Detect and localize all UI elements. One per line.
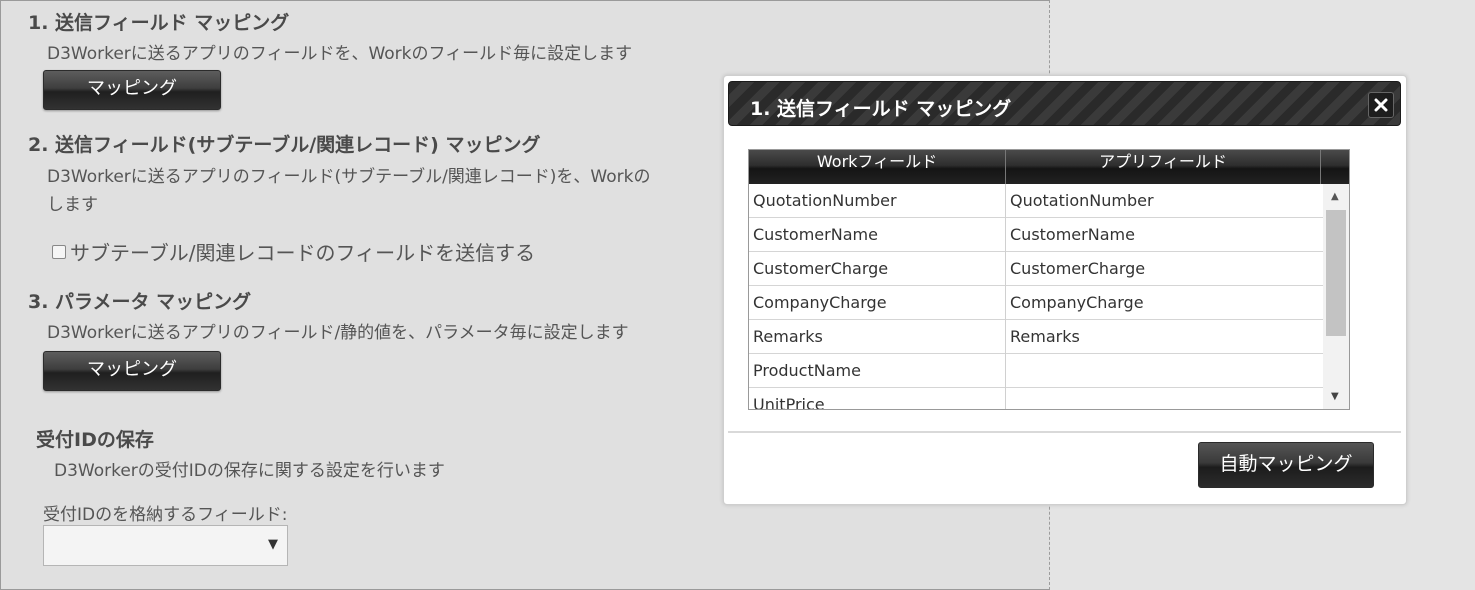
app-field-cell[interactable] [1006, 388, 1323, 409]
auto-mapping-button[interactable]: 自動マッピング [1198, 442, 1374, 488]
subtable-checkbox[interactable] [52, 245, 66, 259]
section3-mapping-button[interactable]: マッピング [43, 351, 221, 391]
section2-description-line1: D3Workerに送るアプリのフィールド(サブテーブル/関連レコード)を、Wor… [47, 167, 651, 187]
dialog-close-button[interactable] [1368, 92, 1394, 118]
column-header-app-field: アプリフィールド [1006, 150, 1321, 184]
work-field-cell: CustomerName [749, 218, 1006, 252]
section1-description: D3Workerに送るアプリのフィールドを、Workのフィールド毎に設定します [47, 44, 633, 64]
work-field-cell: QuotationNumber [749, 184, 1006, 218]
table-scrollbar[interactable]: ▲ ▼ [1323, 184, 1349, 409]
receipt-field-select[interactable]: ▼ [43, 525, 288, 566]
dialog-title: 1. 送信フィールド マッピング [750, 98, 1012, 120]
app-field-cell[interactable] [1006, 354, 1323, 388]
receipt-id-description: D3Workerの受付IDの保存に関する設定を行います [54, 461, 445, 481]
section3-description: D3Workerに送るアプリのフィールド/静的値を、パラメータ毎に設定します [47, 323, 629, 343]
section1-mapping-button[interactable]: マッピング [43, 70, 221, 110]
table-row[interactable]: CustomerName CustomerName [749, 218, 1323, 252]
scrollbar-thumb[interactable] [1326, 210, 1346, 336]
column-header-work-field: Workフィールド [749, 150, 1006, 184]
work-field-cell: ProductName [749, 354, 1006, 388]
section1-title: 1. 送信フィールド マッピング [28, 12, 290, 34]
scroll-down-arrow-icon[interactable]: ▼ [1331, 392, 1339, 402]
table-header: Workフィールド アプリフィールド [749, 150, 1349, 184]
receipt-id-title: 受付IDの保存 [36, 429, 154, 451]
app-field-cell[interactable]: QuotationNumber [1006, 184, 1323, 218]
dialog-header: 1. 送信フィールド マッピング [728, 81, 1401, 126]
work-field-cell: UnitPrice [749, 388, 1006, 409]
work-field-cell: CustomerCharge [749, 252, 1006, 286]
chevron-down-icon: ▼ [268, 537, 278, 552]
scroll-up-arrow-icon[interactable]: ▲ [1331, 192, 1339, 202]
table-row[interactable]: CompanyCharge CompanyCharge [749, 286, 1323, 320]
receipt-field-label: 受付IDのを格納するフィールド: [43, 505, 288, 525]
app-field-cell[interactable]: CustomerCharge [1006, 252, 1323, 286]
work-field-cell: Remarks [749, 320, 1006, 354]
table-row[interactable]: UnitPrice [749, 388, 1323, 409]
app-field-cell[interactable]: CompanyCharge [1006, 286, 1323, 320]
work-field-cell: CompanyCharge [749, 286, 1006, 320]
section2-title: 2. 送信フィールド(サブテーブル/関連レコード) マッピング [28, 134, 541, 156]
close-icon [1374, 98, 1388, 112]
mapping-table: Workフィールド アプリフィールド QuotationNumber Quota… [748, 149, 1350, 410]
table-row[interactable]: CustomerCharge CustomerCharge [749, 252, 1323, 286]
section2-description-line2: します [47, 195, 98, 215]
table-row[interactable]: ProductName [749, 354, 1323, 388]
app-field-cell[interactable]: CustomerName [1006, 218, 1323, 252]
section3-title: 3. パラメータ マッピング [28, 291, 252, 313]
table-row[interactable]: QuotationNumber QuotationNumber [749, 184, 1323, 218]
mapping-dialog: 1. 送信フィールド マッピング Workフィールド アプリフィールド Quot… [723, 75, 1407, 505]
table-body: QuotationNumber QuotationNumber Customer… [749, 184, 1323, 409]
table-row[interactable]: Remarks Remarks [749, 320, 1323, 354]
app-field-cell[interactable]: Remarks [1006, 320, 1323, 354]
subtable-checkbox-row[interactable]: サブテーブル/関連レコードのフィールドを送信する [52, 237, 535, 266]
dialog-footer-divider [728, 431, 1401, 433]
subtable-checkbox-label: サブテーブル/関連レコードのフィールドを送信する [70, 241, 536, 265]
